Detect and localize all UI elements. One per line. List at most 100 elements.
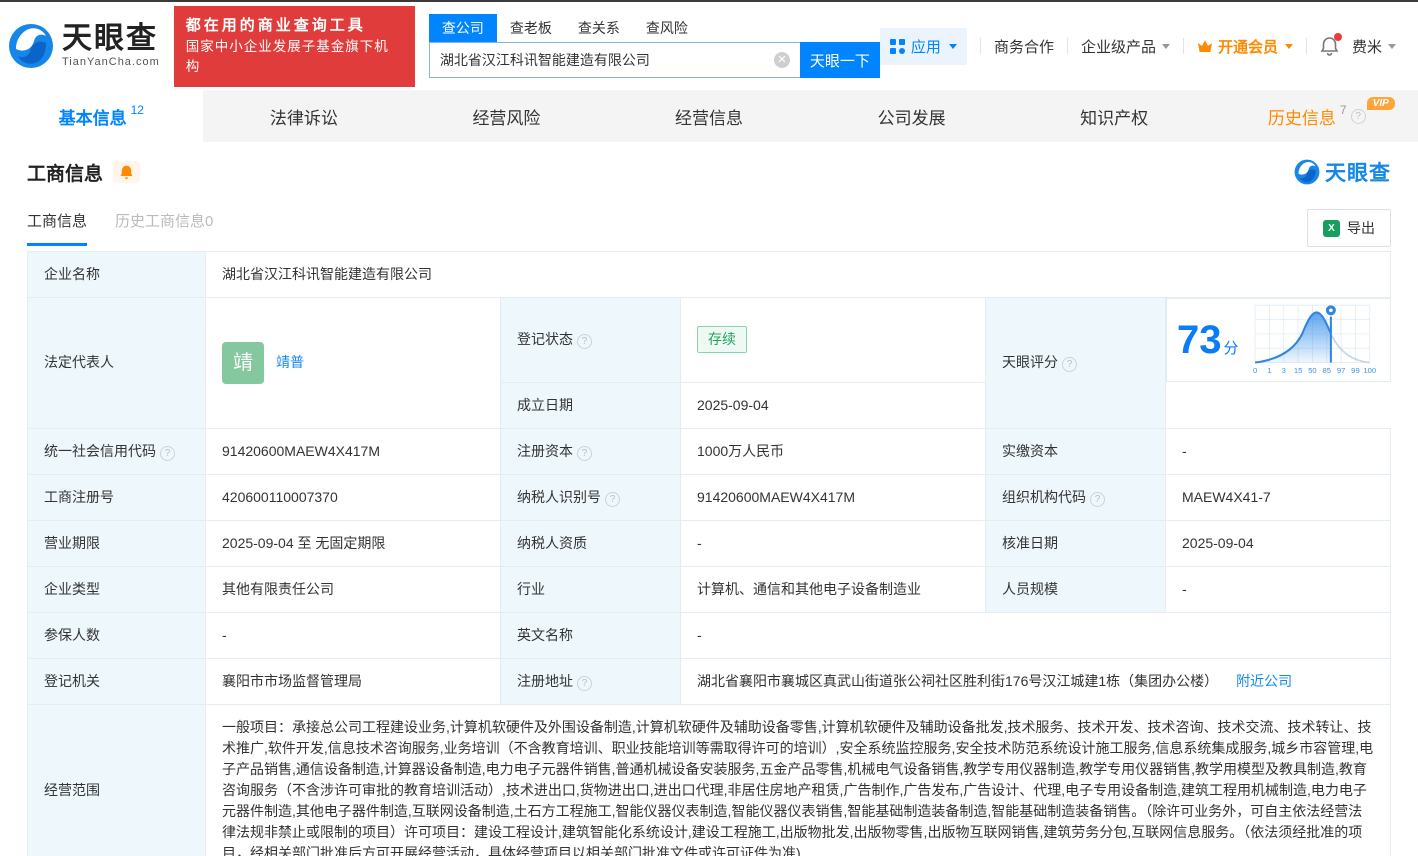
app-grid-icon	[890, 39, 905, 54]
staff-size-label: 人员规模	[986, 566, 1166, 612]
nearby-companies-link[interactable]: 附近公司	[1236, 673, 1292, 689]
brand-domain: TianYanCha.com	[62, 56, 160, 68]
tab-company-development[interactable]: 公司发展	[810, 90, 1013, 142]
help-icon[interactable]: ?	[577, 334, 592, 349]
org-code-label: 组织机构代码?	[986, 474, 1166, 520]
search-input[interactable]	[429, 42, 800, 78]
score-value: 73	[1177, 318, 1222, 362]
table-row: 工商注册号 420600110007370 纳税人识别号? 91420600MA…	[28, 474, 1391, 520]
brand-name: 天眼查	[62, 24, 160, 54]
reg-number-label: 工商注册号	[28, 474, 206, 520]
search-tab-risk[interactable]: 查风险	[633, 14, 701, 42]
business-scope-value: 一般项目：承接总公司工程建设业务,计算机软硬件及外围设备制造,计算机软硬件及辅助…	[206, 704, 1391, 856]
company-type-value: 其他有限责任公司	[206, 566, 501, 612]
establish-date-value: 2025-09-04	[681, 382, 986, 428]
tianyancha-logo-icon	[8, 23, 54, 69]
slogan-line2: 国家中小企业发展子基金旗下机构	[186, 37, 403, 78]
export-button[interactable]: X 导出	[1307, 209, 1391, 247]
bell-icon	[119, 164, 134, 180]
svg-text:100: 100	[1363, 366, 1376, 375]
table-row: 法定代表人 靖 靖普 登记状态? 存续 天眼评分?	[28, 298, 1391, 383]
slogan-line1: 都在用的商业查询工具	[186, 15, 403, 38]
search-button[interactable]: 天眼一下	[800, 42, 880, 78]
notification-bell[interactable]	[1320, 36, 1339, 56]
business-info-table: 企业名称 湖北省汉江科讯智能建造有限公司 法定代表人 靖 靖普 登记状态? 存续	[27, 251, 1391, 856]
score-cell: 73分	[1166, 298, 1391, 382]
slogan-banner: 都在用的商业查询工具 国家中小企业发展子基金旗下机构	[174, 6, 415, 87]
reg-number-value: 420600110007370	[206, 474, 501, 520]
tab-count: 12	[131, 103, 144, 117]
taxpayer-id-label: 纳税人识别号?	[501, 474, 681, 520]
help-icon[interactable]: ?	[1351, 109, 1366, 124]
search-tab-boss[interactable]: 查老板	[497, 14, 565, 42]
taxpayer-id-value: 91420600MAEW4X417M	[681, 474, 986, 520]
chart-x-axis: 0 1 3 15 50 85 97 99 100	[1252, 366, 1375, 375]
help-icon[interactable]: ?	[605, 492, 620, 507]
help-icon[interactable]: ?	[577, 446, 592, 461]
tianyancha-logo-icon	[1294, 159, 1320, 185]
subtab-history-business-info[interactable]: 历史工商信息0	[115, 210, 213, 246]
tab-history-info[interactable]: VIP 历史信息 7 ?	[1215, 90, 1418, 142]
subscribe-bell-button[interactable]	[113, 161, 140, 183]
english-name-label: 英文名称	[501, 612, 681, 658]
paid-capital-value: -	[1166, 428, 1391, 474]
vip-badge: VIP	[1367, 97, 1395, 110]
search-tab-relation[interactable]: 查关系	[565, 14, 633, 42]
tab-intellectual-property[interactable]: 知识产权	[1013, 90, 1216, 142]
reg-status-value: 存续	[681, 298, 986, 383]
crown-icon	[1197, 39, 1213, 53]
status-badge: 存续	[697, 326, 747, 353]
nav-enterprise-products[interactable]: 企业级产品	[1081, 36, 1170, 57]
section-title: 工商信息	[27, 159, 103, 186]
tianyancha-logo[interactable]: 天眼查 TianYanCha.com	[8, 23, 160, 69]
notification-dot	[1334, 33, 1342, 41]
chevron-down-icon	[1388, 44, 1396, 49]
subtab-business-info[interactable]: 工商信息	[27, 210, 87, 246]
svg-text:1: 1	[1267, 366, 1271, 375]
reg-authority-label: 登记机关	[28, 658, 206, 704]
apps-menu[interactable]: 应用	[880, 28, 967, 65]
taxpayer-quality-value: -	[681, 520, 986, 566]
business-term-label: 营业期限	[28, 520, 206, 566]
table-row: 营业期限 2025-09-04 至 无固定期限 纳税人资质 - 核准日期 202…	[28, 520, 1391, 566]
reg-address-label: 注册地址?	[501, 658, 681, 704]
clear-search-icon[interactable]: ✕	[774, 52, 790, 68]
svg-text:15: 15	[1293, 366, 1302, 375]
reg-capital-label: 注册资本?	[501, 428, 681, 474]
table-row: 经营范围 一般项目：承接总公司工程建设业务,计算机软硬件及外围设备制造,计算机软…	[28, 704, 1391, 856]
user-menu[interactable]: 费米	[1352, 36, 1396, 57]
approval-date-label: 核准日期	[986, 520, 1166, 566]
tab-basic-info[interactable]: 基本信息 12	[0, 90, 203, 142]
legal-rep-avatar[interactable]: 靖	[222, 342, 264, 384]
help-icon[interactable]: ?	[160, 446, 175, 461]
help-icon[interactable]: ?	[577, 676, 592, 691]
svg-text:0: 0	[1252, 366, 1256, 375]
nav-cooperation[interactable]: 商务合作	[994, 36, 1054, 57]
score-label: 天眼评分?	[986, 298, 1166, 429]
table-row: 参保人数 - 英文名称 -	[28, 612, 1391, 658]
business-info-subtabs: 工商信息 历史工商信息0	[27, 210, 213, 246]
watermark-logo: 天眼查	[1294, 157, 1391, 187]
main-content: 工商信息 天眼查 工商信息 历史工商信息0 X 导出	[0, 157, 1418, 856]
tab-operating-risk[interactable]: 经营风险	[405, 90, 608, 142]
search-tab-company[interactable]: 查公司	[429, 14, 497, 42]
help-icon[interactable]: ?	[1090, 492, 1105, 507]
watermark-text: 天眼查	[1325, 157, 1391, 187]
taxpayer-quality-label: 纳税人资质	[501, 520, 681, 566]
table-row: 统一社会信用代码? 91420600MAEW4X417M 注册资本? 1000万…	[28, 428, 1391, 474]
open-vip-button[interactable]: 开通会员	[1197, 36, 1293, 57]
tab-operating-info[interactable]: 经营信息	[608, 90, 811, 142]
legal-rep-label: 法定代表人	[28, 298, 206, 429]
svg-text:50: 50	[1308, 366, 1317, 375]
business-scope-label: 经营范围	[28, 704, 206, 856]
company-name-value: 湖北省汉江科讯智能建造有限公司	[206, 252, 1391, 298]
legal-rep-link[interactable]: 靖普	[276, 352, 304, 373]
company-type-label: 企业类型	[28, 566, 206, 612]
legal-rep-cell: 靖 靖普	[206, 298, 501, 429]
credit-code-value: 91420600MAEW4X417M	[206, 428, 501, 474]
site-header: 天眼查 TianYanCha.com 都在用的商业查询工具 国家中小企业发展子基…	[0, 2, 1418, 90]
help-icon[interactable]: ?	[1062, 357, 1077, 372]
credit-code-label: 统一社会信用代码?	[28, 428, 206, 474]
tab-legal-proceedings[interactable]: 法律诉讼	[203, 90, 406, 142]
english-name-value: -	[681, 612, 1391, 658]
